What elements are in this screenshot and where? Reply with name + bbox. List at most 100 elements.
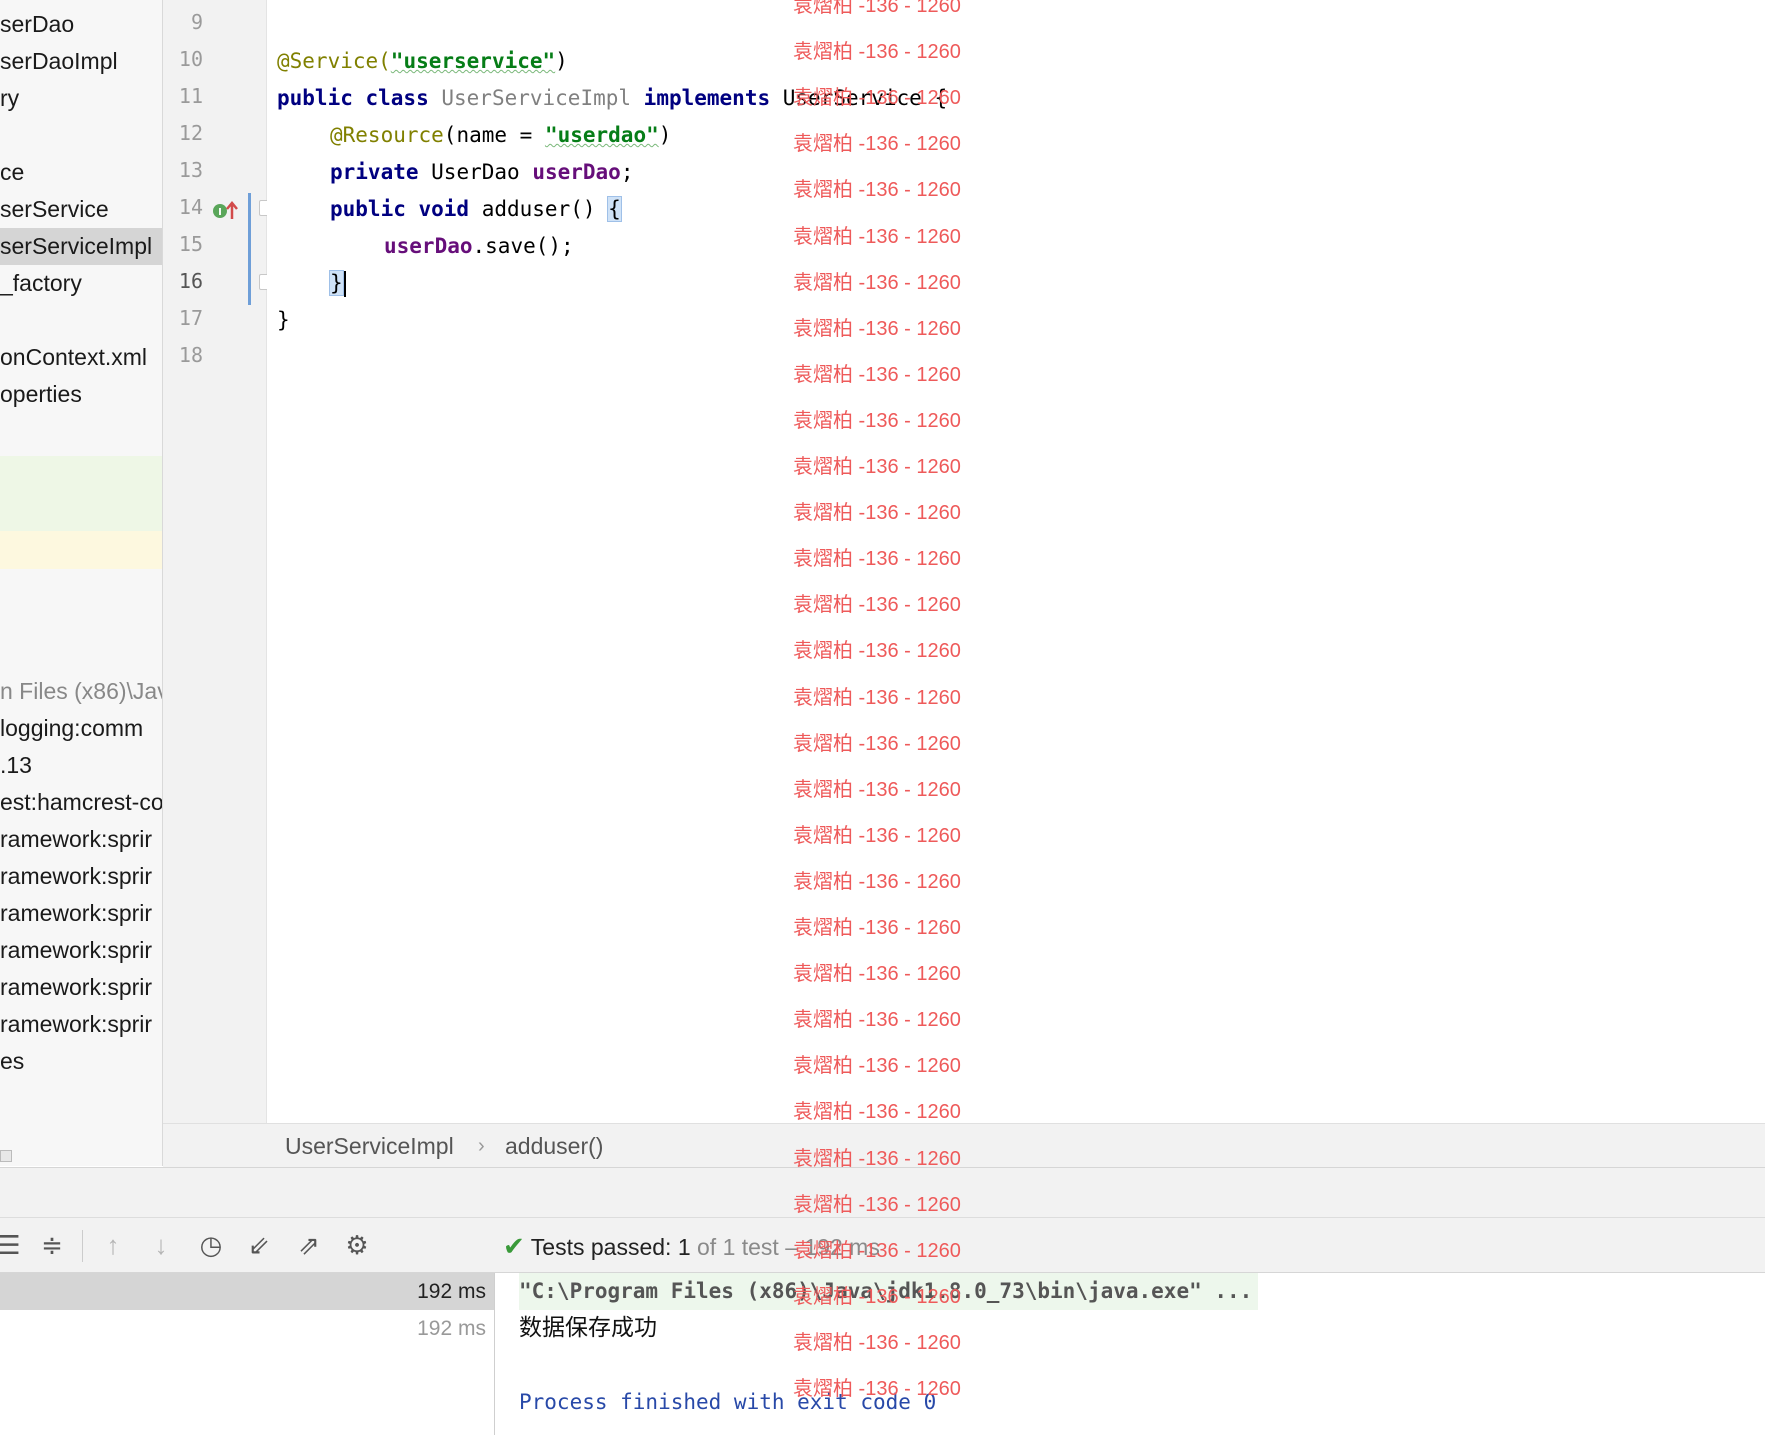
tree-item[interactable] [0, 117, 162, 154]
test-results-tree: 192 ms 192 ms [0, 1273, 495, 1435]
tree-item[interactable]: ce [0, 154, 162, 191]
tests-passed-label: Tests passed: 1 [530, 1234, 691, 1260]
code-token: public class [277, 86, 442, 110]
line-number: 18 [178, 343, 203, 367]
console-output-line: 数据保存成功 [519, 1315, 657, 1341]
line-number: 17 [178, 306, 203, 330]
line-number: 12 [178, 121, 203, 145]
code-line-10: @Service("userservice") [277, 43, 568, 80]
code-token: UserServiceImpl [441, 86, 644, 110]
code-token: ) [658, 123, 672, 147]
implements-method-icon[interactable]: I [211, 197, 239, 225]
line-number: 15 [178, 232, 203, 256]
code-token: adduser() [481, 197, 609, 221]
code-token: .save(); [472, 234, 574, 258]
library-item[interactable]: ramework:sprir [0, 821, 162, 858]
check-icon: ✔ [503, 1231, 525, 1261]
arrow-down-icon[interactable]: ↓ [144, 1228, 178, 1262]
library-item[interactable]: ramework:sprir [0, 895, 162, 932]
code-token: "userservice" [390, 49, 556, 73]
matched-brace: { [607, 196, 622, 222]
tree-item[interactable]: serDaoImpl [0, 43, 162, 80]
code-editor[interactable]: @Service("userservice") public class Use… [267, 0, 1765, 1123]
console-output[interactable]: "C:\Program Files (x86)\Java\jdk1.8.0_73… [496, 1273, 1765, 1435]
tree-item[interactable]: serService [0, 191, 162, 228]
code-token: private [330, 160, 432, 184]
library-item[interactable]: ramework:sprir [0, 858, 162, 895]
tree-item[interactable] [0, 302, 162, 339]
code-token: userDao [532, 160, 621, 184]
ide-window: serDao serDaoImpl ry ce serService serSe… [0, 0, 1765, 1435]
tests-time-label: – 192 ms [778, 1234, 880, 1260]
library-item[interactable]: .13 [0, 747, 162, 784]
library-item[interactable]: ramework:sprir [0, 932, 162, 969]
tree-item[interactable]: _factory [0, 265, 162, 302]
line-number: 13 [178, 158, 203, 182]
code-token: UserService { [782, 86, 948, 110]
breadcrumb: UserServiceImpl › adduser() [163, 1123, 1765, 1167]
code-token: userDao [384, 234, 473, 258]
code-line-15: userDao.save(); [384, 228, 574, 265]
library-item[interactable]: est:hamcrest-co [0, 784, 162, 821]
test-row[interactable]: 192 ms [0, 1310, 494, 1347]
export-icon[interactable]: ⇗ [292, 1228, 326, 1262]
line-number: 10 [178, 47, 203, 71]
tree-item[interactable]: serDao [0, 6, 162, 43]
console-exit-line: Process finished with exit code 0 [519, 1390, 937, 1414]
tree-highlight-band [0, 456, 162, 531]
tests-count-label: of 1 test [690, 1234, 779, 1260]
run-panel-header [0, 1167, 1765, 1217]
code-token: @Service( [277, 49, 391, 73]
text-caret [343, 271, 346, 297]
svg-text:I: I [218, 207, 222, 218]
code-token: (name = [443, 123, 545, 147]
arrow-up-icon[interactable]: ↑ [96, 1228, 130, 1262]
code-line-14: public void adduser() { [330, 191, 622, 228]
code-line-13: private UserDao userDao; [330, 154, 633, 191]
code-token: } [277, 308, 290, 332]
console-command-line: "C:\Program Files (x86)\Java\jdk1.8.0_73… [519, 1273, 1259, 1310]
run-toolbar: ☰ ≑ ↑ ↓ ◷ ⇙ ⇗ ⚙ ✔ Tests passed: 1 of 1 te… [0, 1217, 1765, 1273]
collapse-all-icon[interactable]: ≑ [35, 1228, 69, 1262]
test-row-selected[interactable]: 192 ms [0, 1273, 494, 1310]
code-line-17: } [277, 302, 290, 339]
library-item[interactable]: n Files (x86)\Jav [0, 673, 162, 710]
tests-status: ✔ Tests passed: 1 of 1 test – 192 ms [503, 1218, 880, 1274]
breadcrumb-method[interactable]: adduser() [505, 1124, 603, 1168]
editor-gutter: 9 10 11 12 13 14 15 16 17 18 I [163, 0, 273, 1123]
library-item[interactable]: logging:comm [0, 710, 162, 747]
code-token: implements [643, 86, 783, 110]
gear-icon[interactable]: ⚙ [340, 1228, 374, 1262]
vcs-change-marker [248, 193, 251, 305]
code-token: ; [620, 160, 634, 184]
toolbar-separator [82, 1230, 83, 1262]
code-token: UserDao [431, 160, 533, 184]
code-line-11: public class UserServiceImpl implements … [277, 80, 947, 117]
code-token: @Resource [330, 123, 444, 147]
project-tree: serDao serDaoImpl ry ce serService serSe… [0, 0, 163, 1166]
line-number: 11 [178, 84, 203, 108]
library-item[interactable]: ramework:sprir [0, 1006, 162, 1043]
tree-highlight-band [0, 531, 162, 569]
line-number: 14 [178, 195, 203, 219]
tree-item[interactable]: onContext.xml [0, 339, 162, 376]
tree-item[interactable]: operties [0, 376, 162, 413]
library-item[interactable]: es [0, 1043, 162, 1080]
code-token: public void [330, 197, 482, 221]
history-icon[interactable]: ◷ [194, 1228, 228, 1262]
tree-scrollbar[interactable] [0, 1150, 12, 1162]
code-line-16: } [329, 265, 346, 302]
code-token: ) [555, 49, 568, 73]
line-number: 9 [190, 10, 203, 34]
breadcrumb-separator: › [478, 1135, 485, 1157]
tree-item[interactable]: ry [0, 80, 162, 117]
line-number-current: 16 [178, 269, 203, 293]
breadcrumb-class[interactable]: UserServiceImpl [285, 1124, 454, 1168]
code-line-12: @Resource(name = "userdao") [330, 117, 671, 154]
expand-all-icon[interactable]: ☰ [0, 1228, 26, 1262]
import-icon[interactable]: ⇙ [242, 1228, 276, 1262]
tree-item-selected[interactable]: serServiceImpl [0, 228, 162, 265]
matched-brace: } [329, 270, 344, 296]
library-item[interactable]: ramework:sprir [0, 969, 162, 1006]
code-token: "userdao" [544, 123, 659, 147]
